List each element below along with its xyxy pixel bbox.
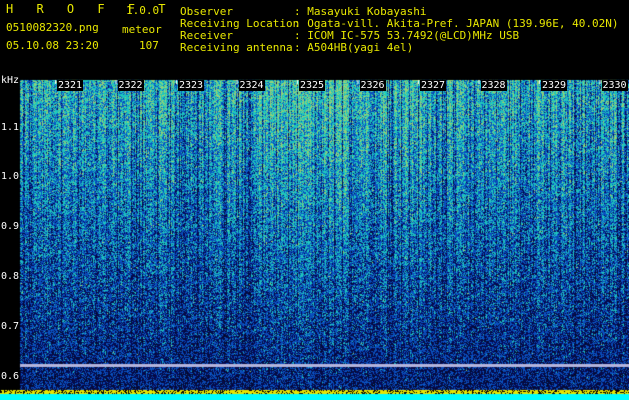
x-tick-label: 2326 (359, 80, 386, 91)
y-tick-label: 0.6 (1, 371, 20, 382)
x-tick-label: 2324 (238, 80, 265, 91)
y-tick-label: 0.8 (1, 271, 20, 282)
y-tick-label: 0.9 (1, 221, 20, 232)
date-time: 05.10.08 23:20 (6, 39, 99, 52)
mode-label: meteor (122, 23, 162, 36)
x-tick-label: 2328 (480, 80, 507, 91)
x-tick-label: 2327 (420, 80, 447, 91)
x-tick-label: 2323 (178, 80, 205, 91)
y-tick-label: 1.0 (1, 171, 20, 182)
x-tick-label: 2329 (541, 80, 568, 91)
y-tick-label: 1.1 (1, 122, 20, 133)
y-axis-unit: kHz (1, 75, 20, 86)
file-name: 0510082320.png (6, 21, 99, 34)
app-version: 1.0.0 (126, 4, 160, 17)
info-value-antenna: : A504HB(yagi 4el) (294, 41, 414, 54)
x-tick-label: 2330 (601, 80, 628, 91)
x-tick-label: 2321 (57, 80, 84, 91)
x-tick-label: 2325 (299, 80, 326, 91)
y-tick-label: 0.7 (1, 321, 20, 332)
meteor-count: 107 (139, 39, 159, 52)
spectrogram-heatmap (0, 74, 629, 400)
info-label-antenna: Receiving antenna (180, 41, 293, 54)
x-tick-label: 2322 (117, 80, 144, 91)
